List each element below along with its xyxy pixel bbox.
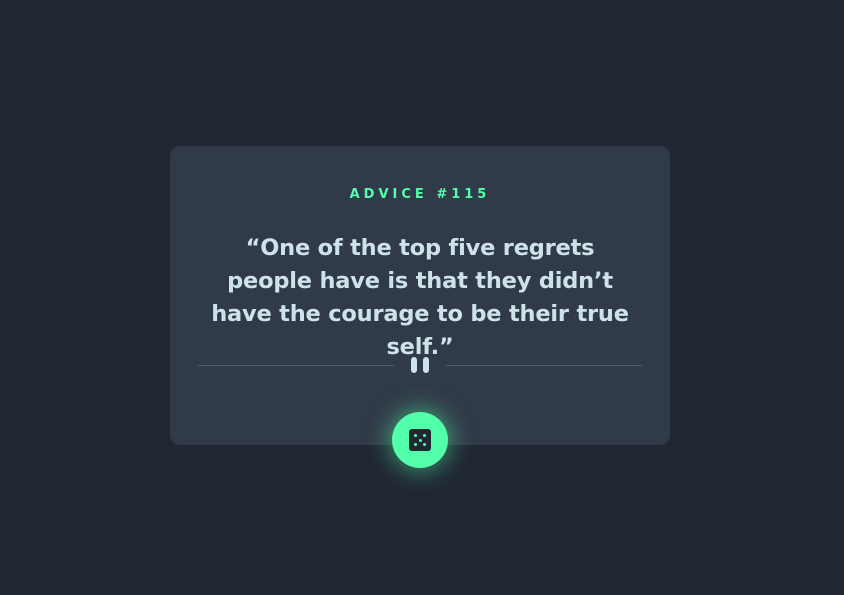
advice-quote: “One of the top five regrets people have… bbox=[211, 235, 629, 360]
divider-line-left bbox=[198, 365, 394, 366]
divider bbox=[198, 356, 642, 374]
generate-advice-button[interactable] bbox=[392, 412, 448, 468]
dice-icon bbox=[409, 429, 431, 451]
advice-id: ADVICE #115 bbox=[349, 187, 491, 202]
pause-icon bbox=[410, 356, 430, 374]
advice-card: ADVICE #115 “One of the top five regrets… bbox=[170, 146, 670, 445]
divider-line-right bbox=[446, 365, 642, 366]
page: ADVICE #115 “One of the top five regrets… bbox=[0, 0, 844, 595]
